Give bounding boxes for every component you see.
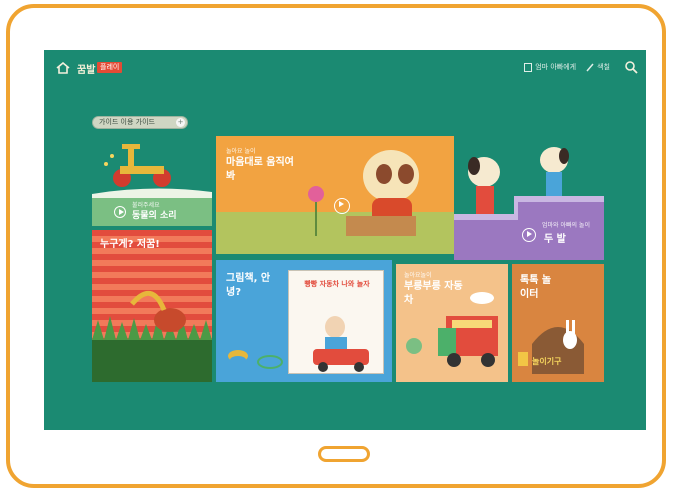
play-badge: 플레이 — [97, 62, 123, 73]
guide-pill-label: 가이드 이용 가이드 — [99, 118, 155, 126]
home-icon[interactable] — [56, 62, 70, 74]
tile-playground[interactable]: 톡톡 놀이터 놀이기구 — [512, 264, 604, 382]
play-icon — [334, 198, 350, 214]
tile-small-label: 놀아요 놀이 — [226, 148, 256, 155]
tile-vroom-car[interactable]: 놀아요놀이 부릉부릉 자동차 — [396, 264, 508, 382]
creature-illustration — [92, 291, 212, 382]
book-icon — [524, 62, 533, 72]
tile-picture-book[interactable]: 그림책, 안녕? 빵빵 자동차 나와 놀자 — [216, 260, 392, 382]
top-bar: 꿈발 플레이 엄마 아빠에게 색칠 — [44, 50, 646, 84]
plus-icon: + — [176, 118, 185, 127]
parents-link-label: 엄마 아빠에게 — [535, 63, 577, 71]
tile-small-label: 엄마와 아빠의 놀이 — [542, 222, 590, 229]
tile-title: 동물의 소리 — [132, 211, 177, 221]
coloring-link-label: 색칠 — [597, 63, 610, 71]
tablet-home-button[interactable] — [318, 446, 370, 462]
car-illustration — [313, 316, 369, 372]
tile-move-freely[interactable]: 놀아요 놀이 마음대로 움직여 봐 — [216, 136, 454, 254]
app-screen: 꿈발 플레이 엄마 아빠에게 색칠 가이드 이용 가이드 + 불러주세요 동물의… — [44, 50, 646, 430]
tile-animal-sounds[interactable]: 불러주세요 동물의 소리 — [92, 136, 212, 226]
coloring-link[interactable]: 색칠 — [586, 62, 610, 72]
app-logo: 꿈발 — [77, 65, 96, 76]
parents-link[interactable]: 엄마 아빠에게 — [524, 62, 576, 72]
play-icon — [522, 228, 536, 242]
tile-sub-label: 놀이기구 — [532, 357, 562, 366]
play-icon — [114, 206, 126, 218]
top-links: 엄마 아빠에게 색칠 — [524, 62, 610, 72]
search-icon[interactable] — [624, 60, 638, 74]
top-toy-illustration — [228, 350, 283, 369]
tile-two-feet[interactable]: 엄마와 아빠의 놀이 두 발 — [454, 136, 604, 260]
tile-title: 두 발 — [544, 234, 566, 245]
tile-title: 그림책, 안녕? — [226, 273, 271, 298]
pencil-icon — [586, 63, 594, 71]
tile-title: 마음대로 움직여 봐 — [226, 157, 294, 182]
truck-illustration — [406, 292, 498, 367]
tile-who-am-i[interactable]: 누구게? 저꿈! — [92, 230, 212, 382]
guide-pill[interactable]: 가이드 이용 가이드 + — [92, 116, 188, 129]
book-cover: 빵빵 자동차 나와 놀자 — [288, 270, 384, 374]
